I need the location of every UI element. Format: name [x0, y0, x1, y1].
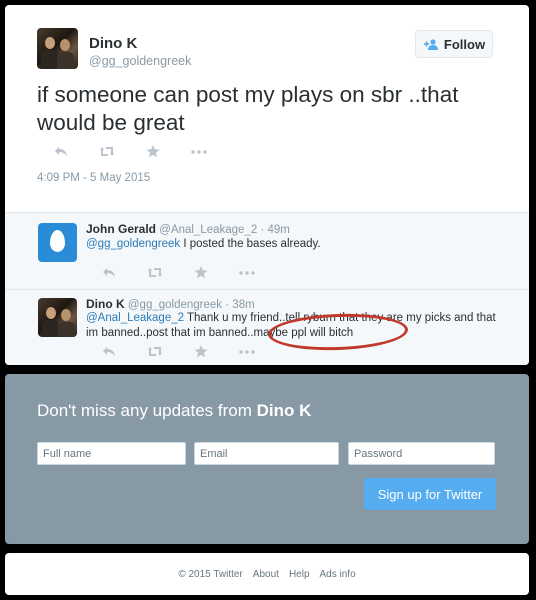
reply-author-name[interactable]: Dino K — [86, 297, 125, 311]
author-name[interactable]: Dino K — [89, 35, 137, 52]
main-tweet: Dino K @gg_goldengreek Follow if someone… — [5, 5, 529, 212]
follow-button[interactable]: Follow — [415, 30, 493, 58]
reply-text: @gg_goldengreek I posted the bases alrea… — [86, 237, 498, 252]
retweet-icon[interactable] — [84, 146, 130, 157]
footer-link-ads-info[interactable]: Ads info — [320, 569, 356, 580]
reply-header: John Gerald @Anal_Leakage_2 · 49m — [86, 222, 290, 236]
reply-separator: · — [260, 224, 265, 236]
tweet-card: Dino K @gg_goldengreek Follow if someone… — [5, 5, 529, 365]
reply-time[interactable]: 49m — [267, 224, 289, 236]
reply-body: I posted the bases already. — [180, 238, 321, 250]
retweet-icon[interactable] — [132, 267, 178, 278]
follow-label: Follow — [443, 36, 486, 52]
reply-actions — [86, 345, 270, 358]
favorite-icon[interactable] — [178, 266, 224, 279]
avatar[interactable] — [38, 298, 77, 337]
follow-icon — [423, 38, 439, 50]
copyright-text: © 2015 Twitter — [178, 568, 243, 580]
tweet-timestamp[interactable]: 4:09 PM - 5 May 2015 — [37, 172, 150, 184]
author-handle[interactable]: @gg_goldengreek — [89, 54, 191, 68]
more-icon[interactable] — [224, 270, 270, 275]
reply-actions — [86, 266, 270, 279]
signup-card: Don't miss any updates from Dino K Sign … — [5, 374, 529, 544]
email-field[interactable] — [194, 442, 339, 465]
reply-author-handle[interactable]: @gg_goldengreek — [128, 299, 222, 311]
reply-mention[interactable]: @Anal_Leakage_2 — [86, 312, 184, 324]
footer-links: © 2015 Twitter About Help Ads info — [5, 553, 529, 595]
reply-time[interactable]: 38m — [232, 299, 254, 311]
reply-separator: · — [225, 299, 230, 311]
footer-link-about[interactable]: About — [253, 569, 279, 580]
signup-button[interactable]: Sign up for Twitter — [364, 478, 496, 510]
reply-icon[interactable] — [86, 346, 132, 357]
tweet-actions — [38, 145, 222, 158]
footer-link-help[interactable]: Help — [289, 569, 310, 580]
reply-item: John Gerald @Anal_Leakage_2 · 49m @gg_go… — [5, 213, 529, 290]
favorite-icon[interactable] — [130, 145, 176, 158]
reply-icon[interactable] — [86, 267, 132, 278]
reply-item: Dino K @gg_goldengreek · 38m @Anal_Leaka… — [5, 290, 529, 365]
reply-author-name[interactable]: John Gerald — [86, 222, 156, 236]
signup-title: Don't miss any updates from Dino K — [37, 401, 312, 420]
replies-section: John Gerald @Anal_Leakage_2 · 49m @gg_go… — [5, 212, 529, 365]
egg-icon — [50, 230, 65, 252]
reply-icon[interactable] — [38, 146, 84, 157]
reply-header: Dino K @gg_goldengreek · 38m — [86, 297, 255, 311]
signup-title-name: Dino K — [256, 401, 312, 420]
avatar[interactable] — [37, 28, 78, 69]
tweet-text: if someone can post my plays on sbr ..th… — [37, 82, 459, 135]
footer-card: © 2015 Twitter About Help Ads info — [5, 553, 529, 595]
avatar[interactable] — [38, 223, 77, 262]
retweet-icon[interactable] — [132, 346, 178, 357]
more-icon[interactable] — [224, 349, 270, 354]
favorite-icon[interactable] — [178, 345, 224, 358]
password-field[interactable] — [348, 442, 495, 465]
fullname-field[interactable] — [37, 442, 186, 465]
reply-author-handle[interactable]: @Anal_Leakage_2 — [159, 224, 257, 236]
reply-mention[interactable]: @gg_goldengreek — [86, 238, 180, 250]
more-icon[interactable] — [176, 149, 222, 154]
